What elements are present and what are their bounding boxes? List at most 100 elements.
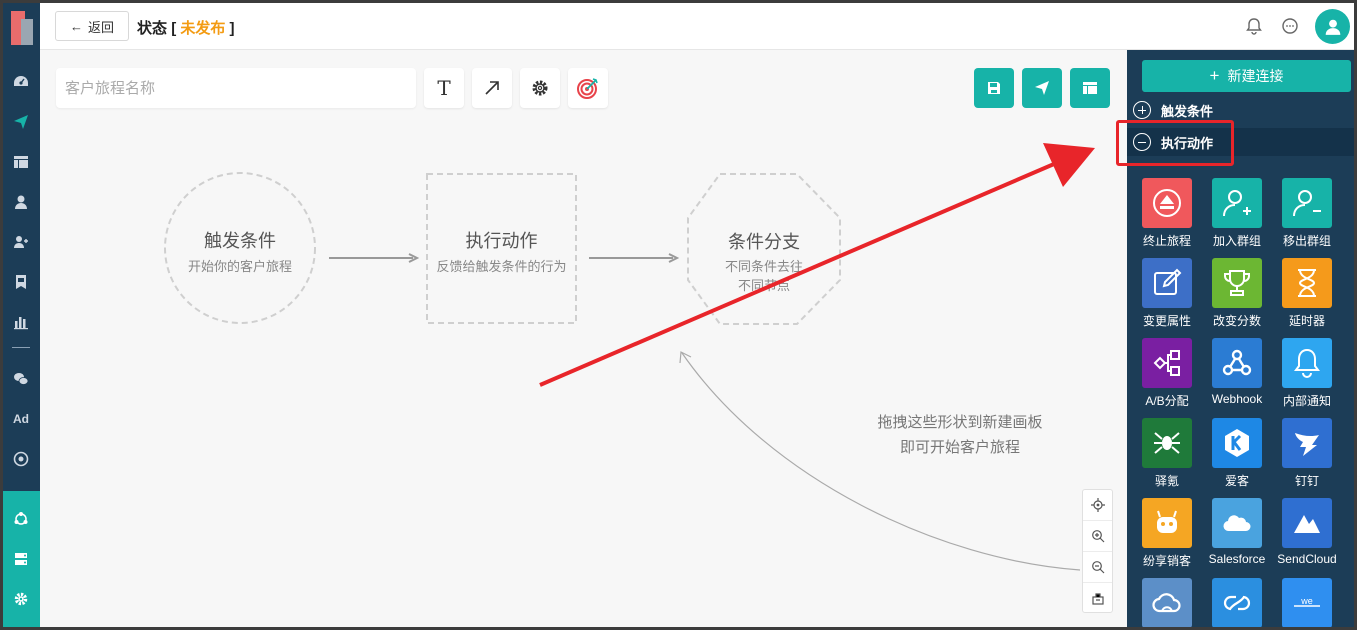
user-icon [1325,19,1340,35]
action-tile[interactable] [1142,418,1192,468]
settings-tool-button[interactable] [520,68,560,108]
action-tile-label: Salesforce [1208,552,1266,566]
action-tile[interactable] [1282,258,1332,308]
fxiaoke-icon [1157,510,1177,533]
publish-button[interactable] [1022,68,1062,108]
new-connection-button[interactable]: + 新建连接 [1142,60,1351,92]
action-tile-label: 加入群组 [1212,234,1261,248]
action-tile[interactable] [1282,498,1332,548]
k-logo-icon [1225,429,1249,457]
action-tile[interactable] [1212,258,1262,308]
locate-button[interactable] [1083,490,1112,521]
analytics-icon[interactable] [10,311,32,333]
spider-icon [1154,432,1180,454]
action-tile-label: 钉钉 [1294,474,1319,488]
action-tile[interactable] [1282,338,1332,388]
action-tile[interactable] [1212,178,1262,228]
fit-view-icon [1091,592,1104,605]
layout-grid-icon [1083,82,1097,94]
zoom-out-button[interactable] [1083,552,1112,583]
action-tile[interactable]: we [1282,578,1332,627]
page-title: 状态 [ 未发布 ] [137,17,235,38]
layout-icon[interactable] [10,151,32,173]
section-trigger-label: 触发条件 [1161,103,1214,119]
layout-button[interactable] [1070,68,1110,108]
action-tile-label: Webhook [1211,392,1263,406]
back-button[interactable]: ← 返回 [55,11,129,41]
text-tool-button[interactable]: T [424,68,464,108]
left-nav: Ad [3,3,40,627]
user-avatar[interactable] [1315,9,1350,44]
top-bar: ← 返回 状态 [ 未发布 ] [40,3,1354,50]
eject-icon [1153,189,1181,217]
app-window: Ad ← 返回 状态 [ 未发布 ] T [3,3,1354,627]
wechat-work-icon: we [1294,596,1320,607]
action-tile[interactable] [1212,578,1262,627]
status-badge: 未发布 [180,20,226,37]
fit-view-button[interactable] [1083,583,1112,614]
action-tile[interactable] [1212,338,1262,388]
crosshair-icon [1090,498,1105,512]
send-icon [1035,81,1049,95]
action-tile[interactable] [1282,418,1332,468]
gear-icon [532,80,548,96]
message-icon[interactable] [1281,17,1299,35]
arrow-left-icon: ← [69,18,83,34]
status-bracket-close: ] [229,20,235,37]
action-tile[interactable] [1212,418,1262,468]
bullseye-icon [577,78,598,99]
group-icon[interactable] [10,231,32,253]
action-tile[interactable] [1212,498,1262,548]
cloud-icon [1152,593,1181,613]
bookmark-icon[interactable] [10,271,32,293]
wechat-icon[interactable] [10,368,32,390]
notification-bell-icon[interactable] [1245,17,1263,35]
action-tile-label: A/B分配 [1145,394,1189,408]
arrow-tool-button[interactable] [472,68,512,108]
action-tile[interactable] [1282,178,1332,228]
dashboard-icon[interactable] [10,71,32,93]
hint-curve [681,352,1081,571]
webhook-icon [1222,349,1252,376]
hourglass-icon [1298,269,1316,297]
journey-name-input[interactable] [56,68,416,108]
network-icon[interactable] [10,508,32,530]
zoom-controls [1082,489,1113,613]
edit-icon [1154,268,1182,295]
action-tile[interactable] [1142,578,1192,627]
save-button[interactable] [974,68,1014,108]
branch-subtitle-line1: 不同条件去往 [724,259,803,274]
dingtalk-icon [1295,433,1319,456]
zoom-out-icon [1091,561,1104,574]
ad-icon[interactable]: Ad [10,408,32,430]
target-icon[interactable] [10,448,32,470]
back-label: 返回 [87,19,114,35]
plus-icon: + [1209,66,1220,85]
connector-1-head [408,253,420,263]
goal-tool-button[interactable] [568,68,608,108]
new-connection-label: 新建连接 [1227,68,1284,84]
action-tile[interactable] [1142,258,1192,308]
action-tile-label: 改变分数 [1212,314,1261,328]
save-disk-icon [988,82,1000,94]
action-tile[interactable] [1142,338,1192,388]
salesforce-cloud-icon [1223,515,1251,532]
zoom-in-icon [1091,530,1104,543]
svg-text:we: we [1300,596,1313,606]
server-icon[interactable] [10,548,32,570]
action-tile[interactable] [1142,498,1192,548]
journey-canvas[interactable]: T 触发条件 开始你的客户旅程 执行动作 反馈给触发条件的行为 条件分支 不同条… [40,50,1127,627]
action-title: 执行动作 [465,231,538,251]
branch-subtitle-line2: 不同节点 [737,278,790,293]
action-tile[interactable] [1142,178,1192,228]
action-tile-label: 纷享销客 [1142,554,1191,568]
highlight-box [1116,120,1234,166]
settings-gear-icon[interactable] [10,588,32,610]
status-bracket-open: [ [171,20,177,37]
action-subtitle: 反馈给触发条件的行为 [436,259,567,274]
contact-icon[interactable] [10,191,32,213]
expand-plus-icon [1133,101,1151,119]
action-tile-label: 驿氪 [1154,474,1179,488]
journey-send-icon[interactable] [10,111,32,133]
zoom-in-button[interactable] [1083,521,1112,552]
